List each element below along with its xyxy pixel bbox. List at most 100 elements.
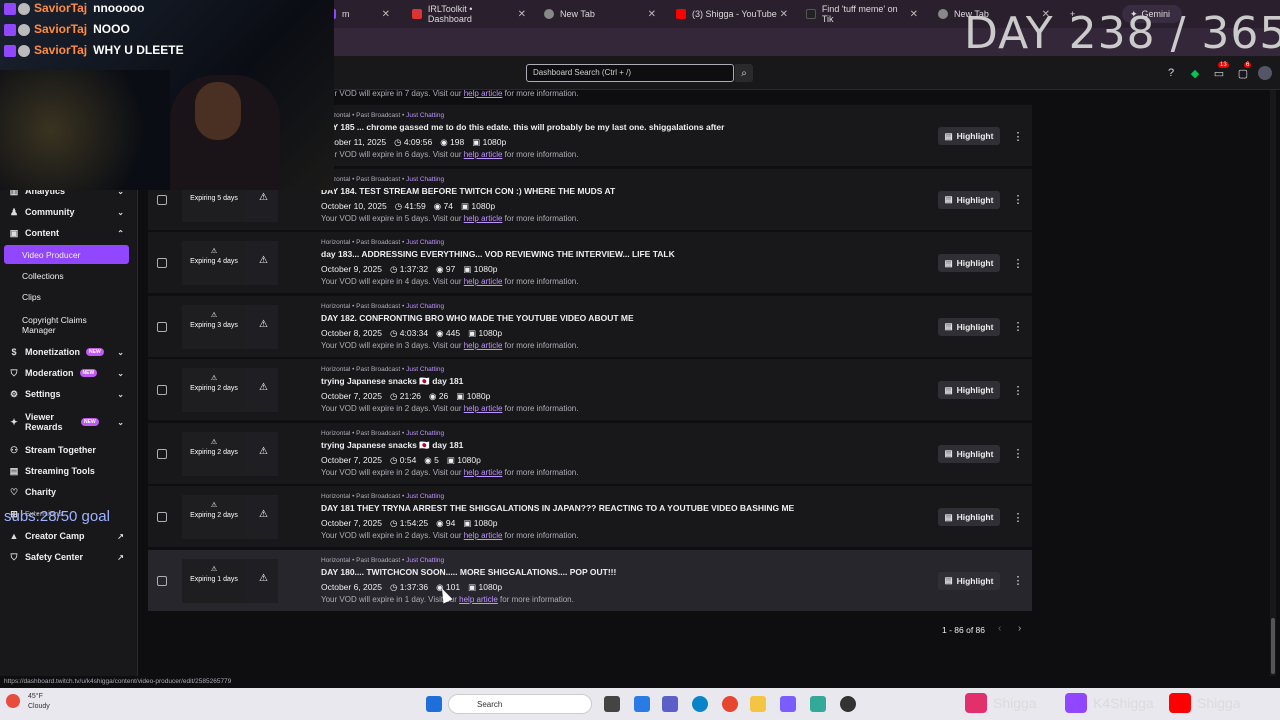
video-thumbnail[interactable]: ⚠ Expiring 1 days ⚠	[182, 558, 278, 603]
highlight-button[interactable]: ▤ Highlight	[938, 190, 1000, 209]
more-options-icon[interactable]: ⋮	[1013, 445, 1024, 463]
notifications-icon[interactable]: ▭	[1212, 66, 1226, 80]
highlight-button[interactable]: ▤ Highlight	[938, 571, 1000, 590]
close-icon[interactable]: ✕	[910, 9, 918, 20]
obs-icon[interactable]	[840, 696, 856, 712]
row-checkbox[interactable]	[157, 448, 167, 459]
row-checkbox[interactable]	[157, 512, 167, 522]
more-options-icon[interactable]: ⋮	[1013, 191, 1024, 209]
highlight-button[interactable]: ▤ Highlight	[938, 127, 1000, 145]
weather-icon[interactable]	[6, 694, 20, 708]
table-row[interactable]: ⚠ Expiring 2 days ⚠ Horizontal • Past Broad…	[148, 486, 1032, 548]
more-options-icon[interactable]: ⋮	[1013, 572, 1024, 590]
sidebar-item-safety-center[interactable]: ⛉ Safety Center ↗	[0, 547, 138, 567]
more-options-icon[interactable]: ⋮	[1013, 127, 1024, 145]
video-title[interactable]: DAY 185 ... chrome gassed me to do this …	[321, 122, 941, 132]
category-link[interactable]: Just Chatting	[406, 557, 444, 564]
help-article-link[interactable]: help article	[464, 150, 503, 159]
help-article-link[interactable]: help article	[464, 404, 503, 413]
help-article-link[interactable]: help article	[464, 468, 503, 477]
sidebar-item-creator-camp[interactable]: ▲ Creator Camp ↗	[0, 526, 138, 546]
sidebar-item-community[interactable]: ♟ Community ⌄	[0, 202, 138, 222]
task-view-icon[interactable]	[604, 696, 620, 712]
table-row[interactable]: ⚠ Expiring 3 days ⚠ Horizontal • Past Broad…	[148, 295, 1032, 358]
close-icon[interactable]: ✕	[518, 9, 526, 20]
category-link[interactable]: Just Chatting	[406, 112, 444, 119]
highlight-button[interactable]: ▤ Highlight	[938, 254, 1000, 272]
video-title[interactable]: DAY 184. TEST STREAM BEFORE TWITCH CON :…	[321, 186, 941, 196]
scrollbar[interactable]	[1270, 90, 1276, 676]
sidebar-item-streaming-tools[interactable]: ▤ Streaming Tools	[0, 461, 138, 481]
category-link[interactable]: Just Chatting	[406, 176, 444, 183]
search-input[interactable]: Dashboard Search (Ctrl + /)	[526, 64, 734, 82]
help-article-link[interactable]: help article	[459, 595, 498, 604]
sidebar-item-content[interactable]: ▣ Content ⌃	[0, 223, 138, 243]
file-explorer-icon[interactable]	[750, 696, 766, 712]
help-article-link[interactable]: help article	[464, 277, 503, 286]
row-checkbox[interactable]	[157, 575, 167, 586]
sidebar-item-viewer-rewards[interactable]: ✦ Viewer Rewards NEW ⌄	[0, 410, 138, 434]
chevron-right-icon[interactable]: ›	[1018, 623, 1021, 634]
row-checkbox[interactable]	[157, 258, 167, 268]
sidebar-item-settings[interactable]: ⚙ Settings ⌄	[0, 384, 138, 404]
windows-start-icon[interactable]	[426, 696, 442, 712]
close-icon[interactable]: ✕	[382, 9, 390, 20]
more-options-icon[interactable]: ⋮	[1013, 254, 1024, 272]
video-thumbnail[interactable]: ⚠ Expiring 2 days ⚠	[182, 495, 278, 539]
row-checkbox[interactable]	[157, 194, 167, 205]
category-link[interactable]: Just Chatting	[406, 239, 444, 246]
highlight-button[interactable]: ▤ Highlight	[938, 381, 1000, 399]
weather-widget[interactable]: 45°F Cloudy	[28, 692, 50, 712]
close-icon[interactable]: ✕	[648, 9, 656, 20]
more-options-icon[interactable]: ⋮	[1013, 508, 1024, 526]
help-icon[interactable]: ?	[1164, 66, 1178, 80]
discord-icon[interactable]	[780, 696, 796, 712]
video-thumbnail[interactable]: ⚠ Expiring 3 days ⚠	[182, 304, 278, 349]
sidebar-item-video-producer[interactable]: Video Producer	[4, 245, 129, 264]
category-link[interactable]: Just Chatting	[406, 493, 444, 500]
close-icon[interactable]: ✕	[780, 9, 788, 20]
more-options-icon[interactable]: ⋮	[1013, 381, 1024, 399]
inbox-icon[interactable]: ▢	[1236, 66, 1250, 80]
search-icon[interactable]: ⌕	[735, 64, 753, 82]
copilot-icon[interactable]	[634, 696, 650, 712]
row-checkbox[interactable]	[157, 385, 167, 395]
table-row[interactable]: ⚠ Expiring 2 days ⚠ Horizontal • Past Broad…	[148, 359, 1032, 421]
chevron-left-icon[interactable]: ‹	[998, 623, 1001, 634]
taskbar-search[interactable]: Search	[448, 694, 592, 714]
browser-tab[interactable]: (3) Shigga - YouTube ✕	[668, 1, 796, 27]
help-article-link[interactable]: help article	[464, 341, 503, 350]
category-link[interactable]: Just Chatting	[406, 303, 444, 310]
table-row[interactable]: ⚠ Expiring 4 days ⚠ Horizontal • Past Broad…	[148, 232, 1032, 294]
video-title[interactable]: trying Japanese snacks 🇯🇵 day 181	[321, 376, 941, 387]
chrome-icon[interactable]	[722, 696, 738, 712]
sidebar-item-moderation[interactable]: ⛉ Moderation NEW ⌄	[0, 363, 138, 383]
table-row[interactable]: ⚠ Expiring 2 days ⚠ Horizontal • Past Broad…	[148, 422, 1032, 485]
video-title[interactable]: DAY 182. CONFRONTING BRO WHO MADE THE YO…	[321, 313, 941, 323]
sidebar-item-stream-together[interactable]: ⚇ Stream Together	[0, 440, 138, 460]
video-thumbnail[interactable]: ⚠ Expiring 4 days ⚠	[182, 241, 278, 285]
table-row[interactable]: ⚠ Expiring 1 days ⚠ Horizontal • Past Broad…	[148, 549, 1032, 612]
browser-tab[interactable]: Find 'tuff meme' on Tik ✕	[798, 1, 926, 27]
sidebar-item-charity[interactable]: ♡ Charity	[0, 482, 138, 502]
scrollbar-thumb[interactable]	[1271, 618, 1275, 674]
video-title[interactable]: day 183... ADDRESSING EVERYTHING... VOD …	[321, 249, 941, 259]
help-article-link[interactable]: help article	[464, 89, 503, 98]
video-title[interactable]: trying Japanese snacks 🇯🇵 day 181	[321, 440, 941, 451]
avatar[interactable]	[1258, 66, 1272, 80]
category-link[interactable]: Just Chatting	[406, 366, 444, 373]
highlight-button[interactable]: ▤ Highlight	[938, 444, 1000, 463]
browser-tab[interactable]: New Tab ✕	[536, 1, 664, 27]
video-title[interactable]: DAY 180.... TWITCHCON SOON..... MORE SHI…	[321, 567, 941, 577]
sidebar-item-collections[interactable]: Collections	[4, 266, 129, 285]
video-title[interactable]: DAY 181 THEY TRYNA ARREST THE SHIGGALATI…	[321, 503, 941, 513]
video-thumbnail[interactable]: ⚠ Expiring 2 days ⚠	[182, 431, 278, 476]
app-icon[interactable]	[810, 696, 826, 712]
sidebar-item-copyright-claims[interactable]: Copyright Claims Manager	[4, 312, 114, 338]
help-article-link[interactable]: help article	[464, 531, 503, 540]
browser-tab[interactable]: IRLToolkit • Dashboard ✕	[404, 1, 534, 27]
bits-icon[interactable]: ◆	[1188, 66, 1202, 80]
highlight-button[interactable]: ▤ Highlight	[938, 317, 1000, 336]
row-checkbox[interactable]	[157, 321, 167, 332]
highlight-button[interactable]: ▤ Highlight	[938, 508, 1000, 526]
